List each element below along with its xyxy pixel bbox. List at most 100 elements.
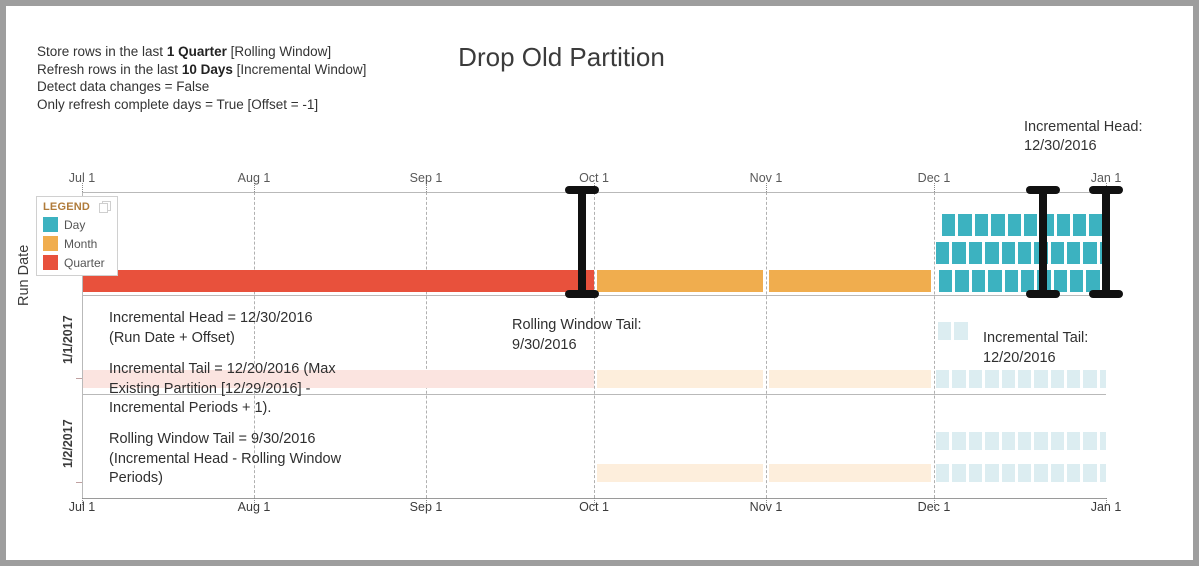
day-block-faded — [1001, 464, 1015, 482]
top-axis-tick-label: Dec 1 — [917, 171, 951, 185]
gridline — [426, 192, 427, 498]
config-line-complete-days: Only refresh complete days = True [Offse… — [37, 96, 319, 112]
callout-incremental-tail: Incremental Tail: 12/20/2016 — [983, 329, 1088, 368]
y-axis-tick-mark — [76, 482, 82, 483]
marker-stem — [1102, 186, 1110, 298]
day-block-faded — [1067, 370, 1081, 388]
config-line-detect-changes: Detect data changes = False — [37, 79, 210, 94]
annotation-2-line-1: Rolling Window Tail = 9/30/2016 — [109, 431, 316, 447]
bottom-axis-tick-label: Dec 1 — [917, 500, 951, 514]
copy-icon[interactable] — [99, 201, 111, 213]
legend-swatch-day — [43, 217, 58, 232]
bottom-axis-tick-label: Sep 1 — [409, 500, 443, 514]
y-axis-tick-mark — [76, 378, 82, 379]
callout-rolling-window-tail-label: Rolling Window Tail: — [512, 317, 642, 333]
top-axis-tick-label: Sep 1 — [409, 171, 443, 185]
top-axis-tick-label: Jul 1 — [68, 171, 96, 185]
marker-cap-top — [565, 186, 599, 194]
day-block-faded — [985, 370, 999, 388]
day-block-faded — [968, 432, 983, 450]
callout-incremental-tail-value: 12/20/2016 — [983, 349, 1056, 366]
chart-canvas: Store rows in the last 1 Quarter [Rollin… — [0, 0, 1199, 566]
marker-stem — [1039, 186, 1047, 298]
day-block — [968, 242, 983, 264]
day-block-faded — [1017, 432, 1032, 450]
annotation-incremental-head: Incremental Head = 12/30/2016 (Run Date … — [109, 309, 313, 348]
legend-label: Day — [64, 217, 86, 232]
day-block-faded — [1083, 432, 1097, 450]
legend-item-month[interactable]: Month — [43, 236, 111, 251]
day-block-faded — [1001, 370, 1015, 388]
day-block-faded — [1001, 432, 1015, 450]
top-axis-tick-label: Oct 1 — [579, 171, 609, 185]
legend[interactable]: LEGEND Day Month Quarter — [36, 196, 118, 276]
legend-swatch-quarter — [43, 255, 58, 270]
marker-cap-top — [1089, 186, 1123, 194]
marker-cap-bottom — [1089, 290, 1123, 298]
legend-title-text: LEGEND — [43, 201, 91, 213]
bar-month-faded — [769, 464, 931, 482]
day-block-faded — [1050, 432, 1065, 450]
day-block — [958, 214, 972, 236]
page-title-text: Drop Old Partition — [458, 42, 665, 72]
day-block — [1067, 242, 1081, 264]
day-block-faded — [938, 322, 952, 340]
day-block-faded — [985, 432, 999, 450]
day-block — [1007, 214, 1021, 236]
day-block-faded — [1050, 464, 1065, 482]
marker-cap-top — [1026, 186, 1060, 194]
marker-cap-bottom — [565, 290, 599, 298]
bar-month-faded — [597, 464, 763, 482]
day-block-faded — [936, 464, 950, 482]
y-axis-tick-label: 1/2/2017 — [61, 419, 75, 468]
day-block — [1004, 270, 1018, 292]
annotation-1-line-3: Incremental Periods + 1). — [109, 400, 272, 416]
callout-incremental-head: Incremental Head: 12/30/2016 — [1024, 118, 1142, 156]
bar-month — [769, 270, 931, 292]
y-axis-tick-label: 1/1/2017 — [61, 315, 75, 364]
legend-swatch-month — [43, 236, 58, 251]
day-block-faded — [1099, 432, 1106, 450]
day-block — [988, 270, 1002, 292]
annotation-1-line-2: Existing Partition [12/29/2016] - — [109, 380, 311, 397]
legend-item-day[interactable]: Day — [43, 217, 111, 232]
day-block-faded — [1067, 464, 1081, 482]
bar-quarter — [82, 270, 594, 292]
top-axis-tick-label: Jan 1 — [1090, 171, 1122, 185]
day-block — [1001, 242, 1015, 264]
marker-cap-bottom — [1026, 290, 1060, 298]
day-block — [991, 214, 1005, 236]
day-block-faded — [1067, 432, 1081, 450]
day-block-faded — [952, 464, 966, 482]
marker-incremental-head — [1089, 186, 1123, 298]
page-title: Drop Old Partition — [6, 42, 1193, 73]
bar-month-faded — [769, 370, 931, 388]
day-block — [974, 214, 989, 236]
legend-item-quarter[interactable]: Quarter — [43, 255, 111, 270]
annotation-incremental-tail: Incremental Tail = 12/20/2016 (Max Exist… — [109, 360, 336, 419]
day-block-faded — [1034, 432, 1048, 450]
gridline — [766, 192, 767, 498]
marker-rolling-window-tail — [565, 186, 599, 298]
callout-incremental-tail-label: Incremental Tail: — [983, 330, 1089, 346]
day-block-faded — [968, 370, 983, 388]
day-block-faded — [1083, 464, 1097, 482]
marker-incremental-tail — [1026, 186, 1060, 298]
callout-incremental-head-label: Incremental Head: — [1024, 119, 1143, 135]
bottom-axis-tick-label: Jan 1 — [1090, 500, 1122, 514]
gridline — [934, 192, 935, 498]
day-block — [955, 270, 969, 292]
day-block-faded — [1099, 464, 1106, 482]
bottom-axis-tick-label: Oct 1 — [579, 500, 609, 514]
day-block-faded — [1083, 370, 1097, 388]
bottom-axis-tick-label: Nov 1 — [749, 500, 783, 514]
day-block — [952, 242, 966, 264]
legend-items: Day Month Quarter — [43, 217, 111, 270]
callout-incremental-head-value: 12/30/2016 — [1024, 138, 1097, 154]
bottom-axis-tick-label: Jul 1 — [68, 500, 96, 514]
day-block-faded — [985, 464, 999, 482]
annotation-rolling-window-tail: Rolling Window Tail = 9/30/2016 (Increme… — [109, 430, 341, 489]
day-block-faded — [954, 322, 968, 340]
legend-title: LEGEND — [43, 201, 111, 213]
day-block-faded — [1017, 370, 1032, 388]
